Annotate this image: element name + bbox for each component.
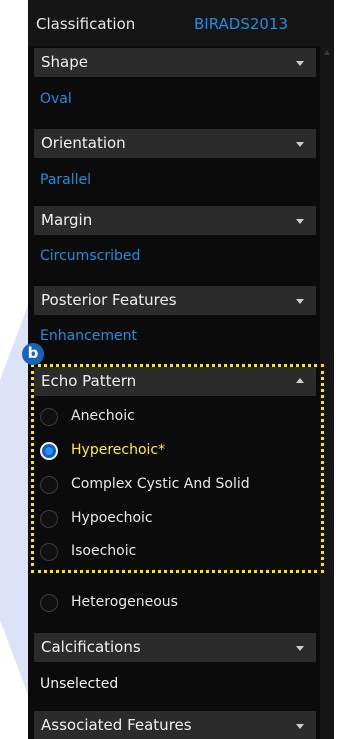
classification-row: Classification BIRADS2013: [28, 0, 334, 46]
section-value-calcifications: Unselected: [40, 676, 119, 692]
section-value-shape: Oval: [40, 91, 72, 107]
radio-option-anechoic[interactable]: Anechoic: [34, 402, 316, 434]
radio-label: Anechoic: [71, 408, 135, 424]
annotation-badge: b: [22, 343, 44, 365]
classification-panel: Classification BIRADS2013 Shape Oval Ori…: [28, 0, 334, 739]
scrollbar[interactable]: [320, 46, 334, 739]
chevron-down-icon: [296, 299, 304, 304]
section-title: Margin: [41, 211, 93, 229]
chevron-down-icon: [296, 61, 304, 66]
chevron-down-icon: [296, 646, 304, 651]
section-value-margin: Circumscribed: [40, 248, 141, 264]
radio-label: Hypoechoic: [71, 510, 153, 526]
radio-label: Hyperechoic*: [71, 442, 166, 458]
radio-button[interactable]: [40, 476, 58, 494]
section-header-orientation[interactable]: Orientation: [34, 129, 316, 158]
radio-button[interactable]: [40, 543, 58, 561]
radio-label: Heterogeneous: [71, 594, 178, 610]
section-header-echo-pattern[interactable]: Echo Pattern: [34, 367, 316, 396]
radio-option-heterogeneous[interactable]: Heterogeneous: [34, 588, 316, 620]
radio-option-isoechoic[interactable]: Isoechoic: [34, 537, 316, 569]
chevron-up-icon: [296, 378, 304, 383]
section-header-margin[interactable]: Margin: [34, 206, 316, 235]
section-header-posterior-features[interactable]: Posterior Features: [34, 286, 316, 315]
radio-option-hypoechoic[interactable]: Hypoechoic: [34, 504, 316, 536]
radio-button[interactable]: [40, 594, 58, 612]
classification-label: Classification: [36, 15, 136, 33]
chevron-down-icon: [296, 142, 304, 147]
section-title: Orientation: [41, 134, 126, 152]
section-header-associated-features[interactable]: Associated Features: [34, 711, 316, 739]
chevron-down-icon: [296, 724, 304, 729]
section-header-shape[interactable]: Shape: [34, 48, 316, 77]
chevron-down-icon: [296, 219, 304, 224]
section-title: Shape: [41, 53, 88, 71]
section-title: Posterior Features: [41, 291, 177, 309]
radio-label: Isoechoic: [71, 543, 137, 559]
section-value-orientation: Parallel: [40, 172, 92, 188]
radio-label: Complex Cystic And Solid: [71, 476, 250, 492]
classification-value[interactable]: BIRADS2013: [194, 15, 288, 33]
section-header-calcifications[interactable]: Calcifications: [34, 633, 316, 662]
section-value-posterior-features: Enhancement: [40, 328, 137, 344]
section-title: Echo Pattern: [41, 372, 137, 390]
radio-button-checked[interactable]: [40, 442, 58, 460]
radio-option-complex-cystic-and-solid[interactable]: Complex Cystic And Solid: [34, 470, 316, 502]
radio-button[interactable]: [40, 510, 58, 528]
section-title: Calcifications: [41, 638, 141, 656]
scroll-up-icon[interactable]: [324, 50, 330, 55]
section-title: Associated Features: [41, 716, 192, 734]
radio-button[interactable]: [40, 408, 58, 426]
radio-option-hyperechoic[interactable]: Hyperechoic*: [34, 436, 316, 468]
